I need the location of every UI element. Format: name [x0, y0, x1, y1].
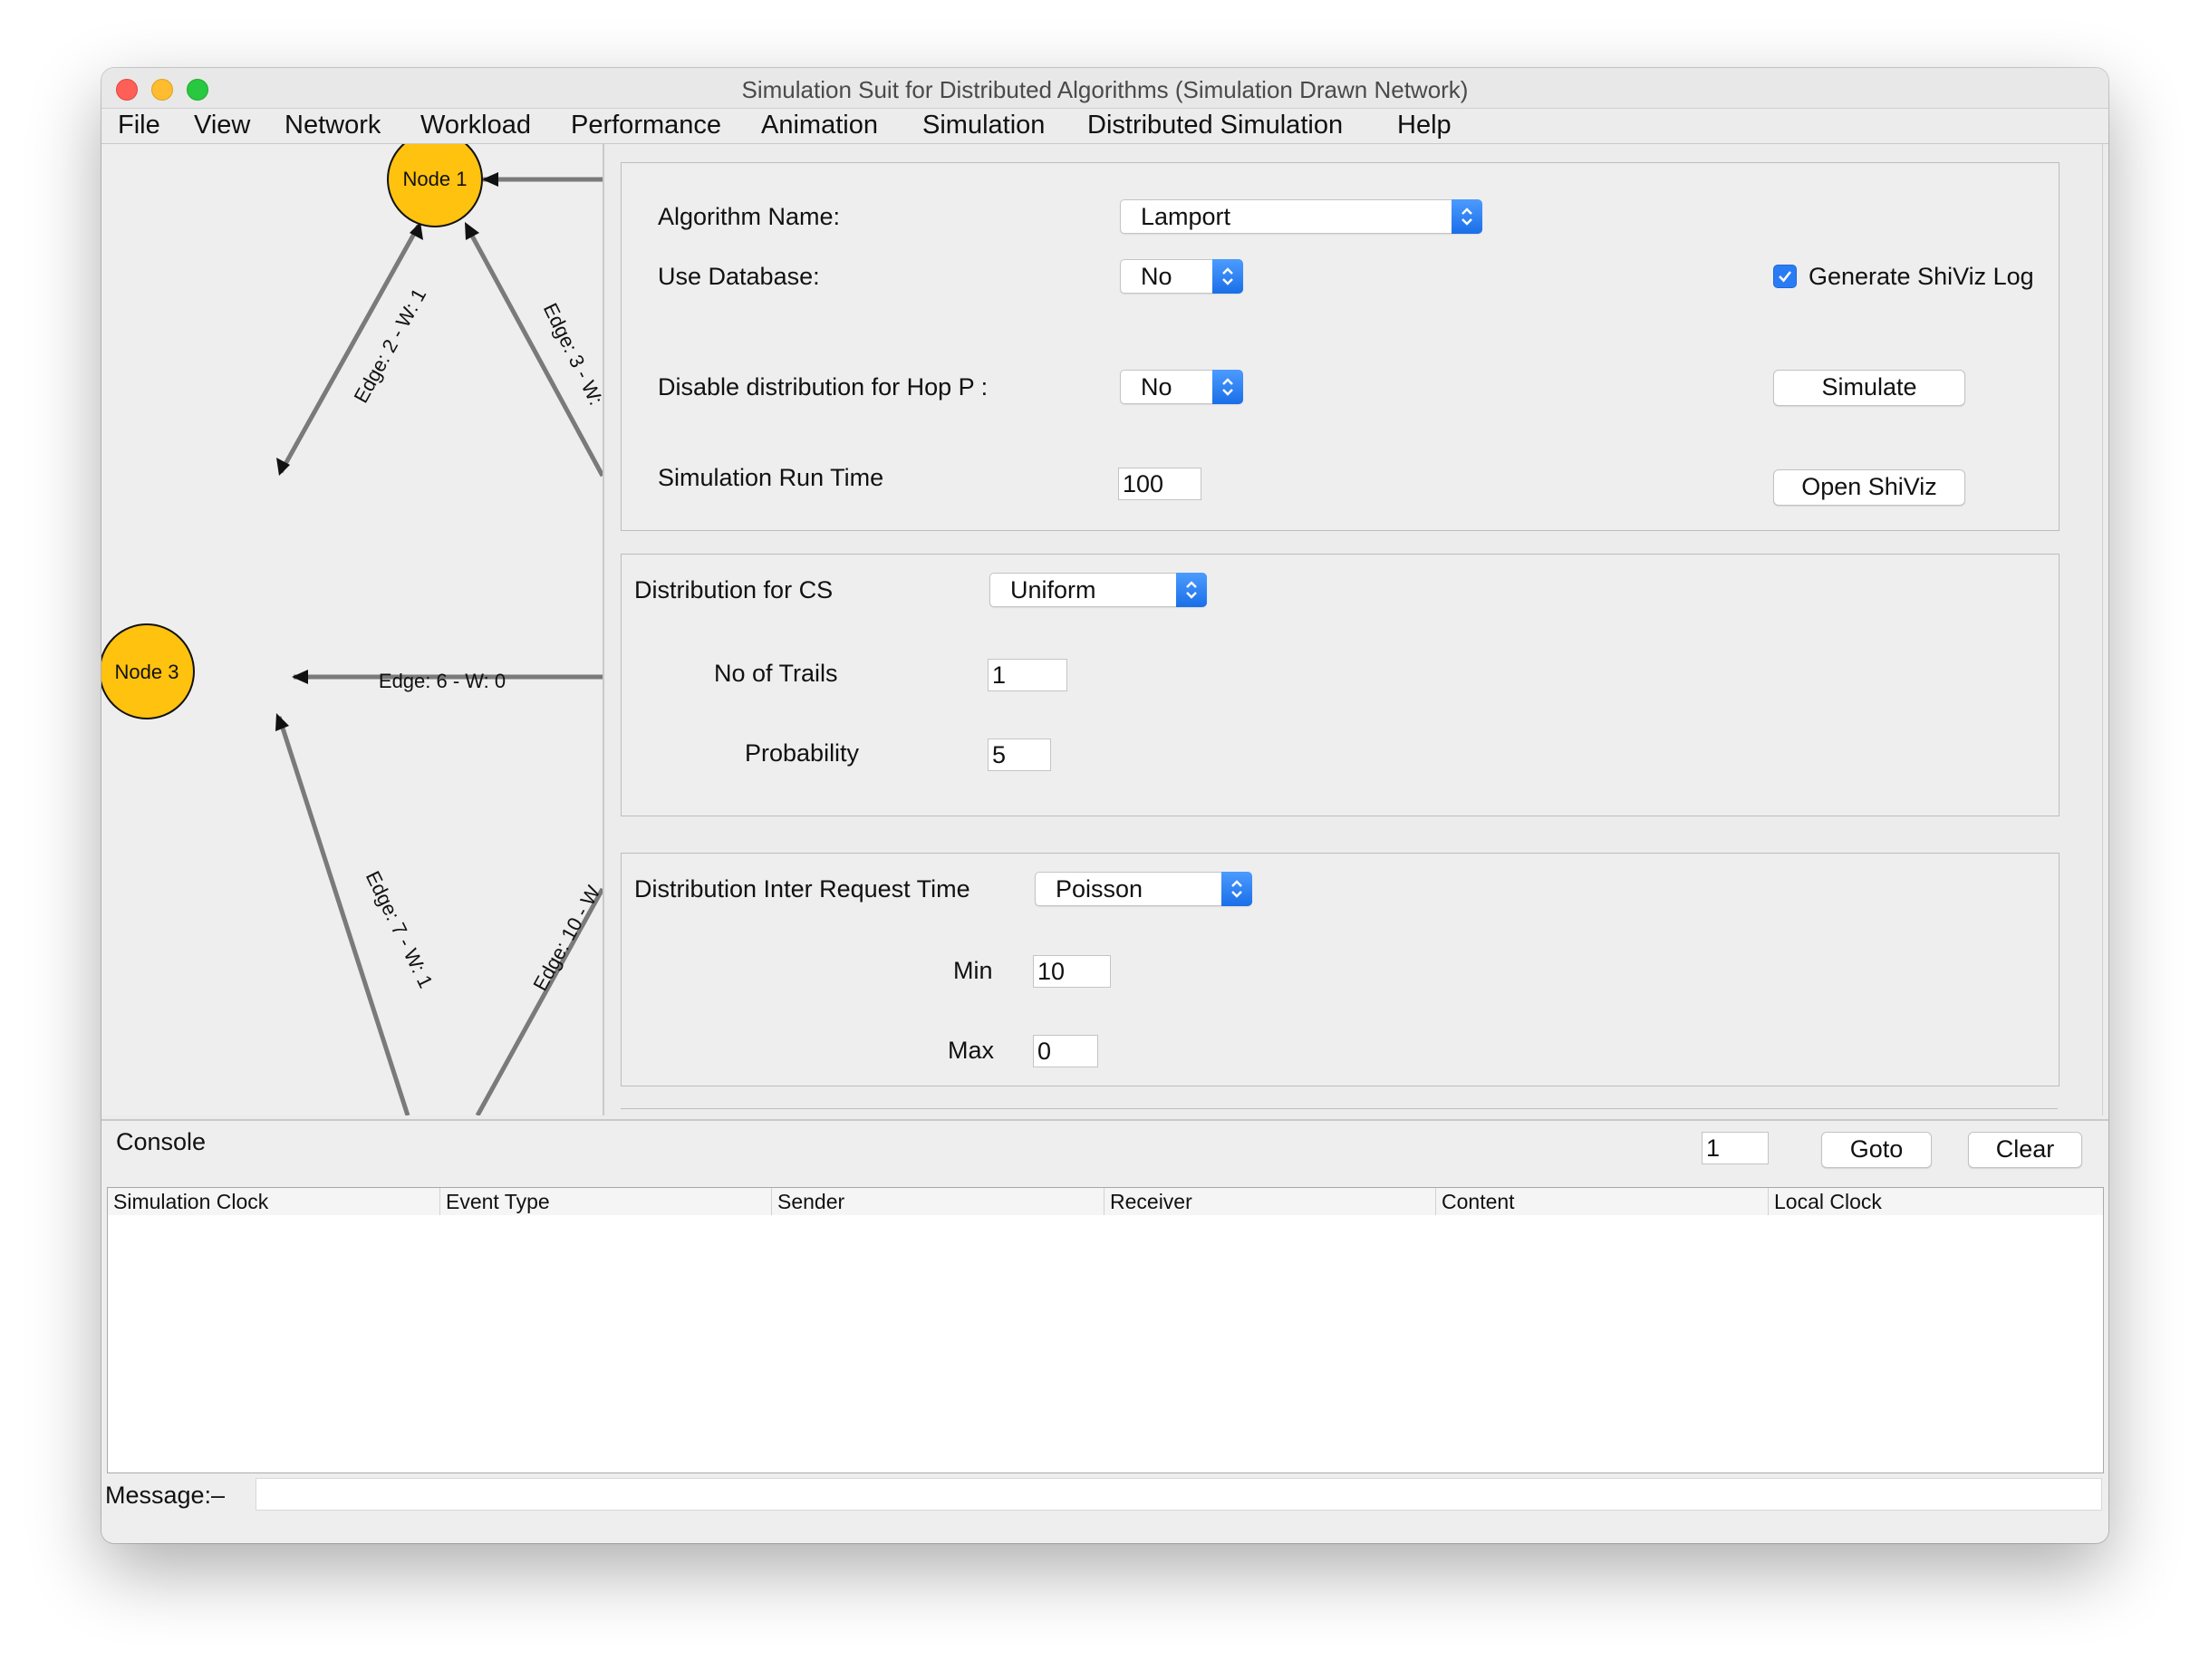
column-sender[interactable]: Sender — [771, 1188, 1104, 1215]
algorithm-select-value: Lamport — [1141, 203, 1231, 230]
window-title: Simulation Suit for Distributed Algorith… — [741, 76, 1469, 103]
menu-view[interactable]: View — [194, 111, 250, 140]
algorithm-select[interactable]: Lamport — [1120, 199, 1482, 234]
message-field — [256, 1478, 2102, 1511]
column-local-clock[interactable]: Local Clock — [1768, 1188, 2103, 1215]
generate-shiviz-label[interactable]: Generate ShiViz Log — [1809, 263, 2034, 291]
min-input[interactable]: 10 — [1033, 955, 1111, 988]
edge-10-label: Edge: 10 - W — [528, 882, 603, 995]
edge-arrowhead — [275, 713, 289, 731]
probability-input[interactable]: 5 — [988, 739, 1051, 771]
goto-button[interactable]: Goto — [1821, 1132, 1932, 1168]
disable-hop-label: Disable distribution for Hop P : — [658, 373, 989, 401]
max-label: Max — [948, 1037, 995, 1064]
next-panel-edge — [621, 1108, 2058, 1116]
title-bar: Simulation Suit for Distributed Algorith… — [101, 68, 2108, 109]
network-graph: Node 1 Node 3 Edge: 2 - W: 1 Edge: 3 - W… — [101, 144, 603, 1115]
no-of-trails-label: No of Trails — [714, 660, 838, 687]
use-database-label: Use Database: — [658, 263, 820, 290]
menu-simulation[interactable]: Simulation — [922, 111, 1045, 140]
column-receiver[interactable]: Receiver — [1104, 1188, 1435, 1215]
column-simulation-clock[interactable]: Simulation Clock — [108, 1188, 439, 1215]
select-arrows-icon — [1176, 573, 1207, 607]
event-log-table[interactable]: Simulation Clock Event Type Sender Recei… — [107, 1187, 2104, 1473]
algorithm-name-label: Algorithm Name: — [658, 203, 841, 230]
distribution-cs-select[interactable]: Uniform — [989, 573, 1207, 607]
column-event-type[interactable]: Event Type — [439, 1188, 771, 1215]
select-arrows-icon — [1212, 370, 1243, 404]
settings-scrollbar[interactable] — [2102, 144, 2108, 1115]
network-canvas[interactable]: Node 1 Node 3 Edge: 2 - W: 1 Edge: 3 - W… — [101, 144, 604, 1115]
no-of-trails-input[interactable]: 1 — [988, 659, 1067, 691]
console-title: Console — [116, 1128, 207, 1155]
menu-workload[interactable]: Workload — [420, 111, 531, 140]
clear-button[interactable]: Clear — [1968, 1132, 2082, 1168]
select-arrows-icon — [1452, 199, 1482, 234]
goto-line-input[interactable]: 1 — [1702, 1132, 1769, 1164]
console-panel: Console 1 Goto Clear Simulation Clock Ev… — [101, 1119, 2108, 1543]
message-label: Message:– — [105, 1482, 226, 1509]
menu-performance[interactable]: Performance — [571, 111, 721, 140]
simulation-run-time-input[interactable]: 100 — [1118, 468, 1201, 500]
cs-distribution-panel: Distribution for CS Uniform No of Trails… — [621, 554, 2059, 816]
menu-animation[interactable]: Animation — [761, 111, 878, 140]
open-shiviz-button[interactable]: Open ShiViz — [1773, 469, 1965, 506]
inter-request-panel: Distribution Inter Request Time Poisson … — [621, 853, 2059, 1086]
menu-bar: File View Network Workload Performance A… — [101, 109, 2108, 144]
table-header: Simulation Clock Event Type Sender Recei… — [108, 1188, 2103, 1215]
edge-2-label: Edge: 2 - W: 1 — [350, 285, 431, 407]
select-arrows-icon — [1221, 872, 1252, 906]
edge-arrowhead — [292, 670, 308, 684]
use-database-value: No — [1141, 263, 1172, 290]
simulate-button[interactable]: Simulate — [1773, 370, 1965, 406]
edge-arrowhead — [482, 172, 498, 187]
distribution-cs-label: Distribution for CS — [634, 576, 834, 603]
edge-7-label: Edge: 7 - W: 1 — [362, 867, 438, 991]
menu-help[interactable]: Help — [1397, 111, 1452, 140]
menu-network[interactable]: Network — [285, 111, 381, 140]
menu-file[interactable]: File — [118, 111, 160, 140]
menu-distributed-simulation[interactable]: Distributed Simulation — [1087, 111, 1343, 140]
distribution-inter-request-label: Distribution Inter Request Time — [634, 875, 970, 903]
distribution-inter-request-select[interactable]: Poisson — [1035, 872, 1252, 906]
app-window: Simulation Suit for Distributed Algorith… — [101, 68, 2108, 1543]
simulation-run-time-label: Simulation Run Time — [658, 464, 884, 491]
edge-6-label: Edge: 6 - W: 0 — [379, 670, 506, 692]
disable-hop-select[interactable]: No — [1120, 370, 1243, 404]
disable-hop-value: No — [1141, 373, 1172, 401]
max-input[interactable]: 0 — [1033, 1035, 1098, 1067]
node-1-label: Node 1 — [403, 168, 468, 190]
simulation-settings-panel: Algorithm Name: Lamport Use Database: No… — [621, 162, 2059, 531]
probability-label: Probability — [745, 739, 860, 767]
distribution-inter-request-value: Poisson — [1056, 875, 1143, 903]
column-content[interactable]: Content — [1435, 1188, 1768, 1215]
edge-3-label: Edge: 3 - W: — [539, 299, 603, 408]
distribution-cs-value: Uniform — [1010, 576, 1096, 603]
min-label: Min — [953, 957, 993, 984]
node-3-label: Node 3 — [115, 661, 179, 683]
select-arrows-icon — [1212, 259, 1243, 294]
use-database-select[interactable]: No — [1120, 259, 1243, 294]
generate-shiviz-checkbox[interactable] — [1773, 265, 1797, 288]
checkmark-icon — [1779, 271, 1792, 283]
